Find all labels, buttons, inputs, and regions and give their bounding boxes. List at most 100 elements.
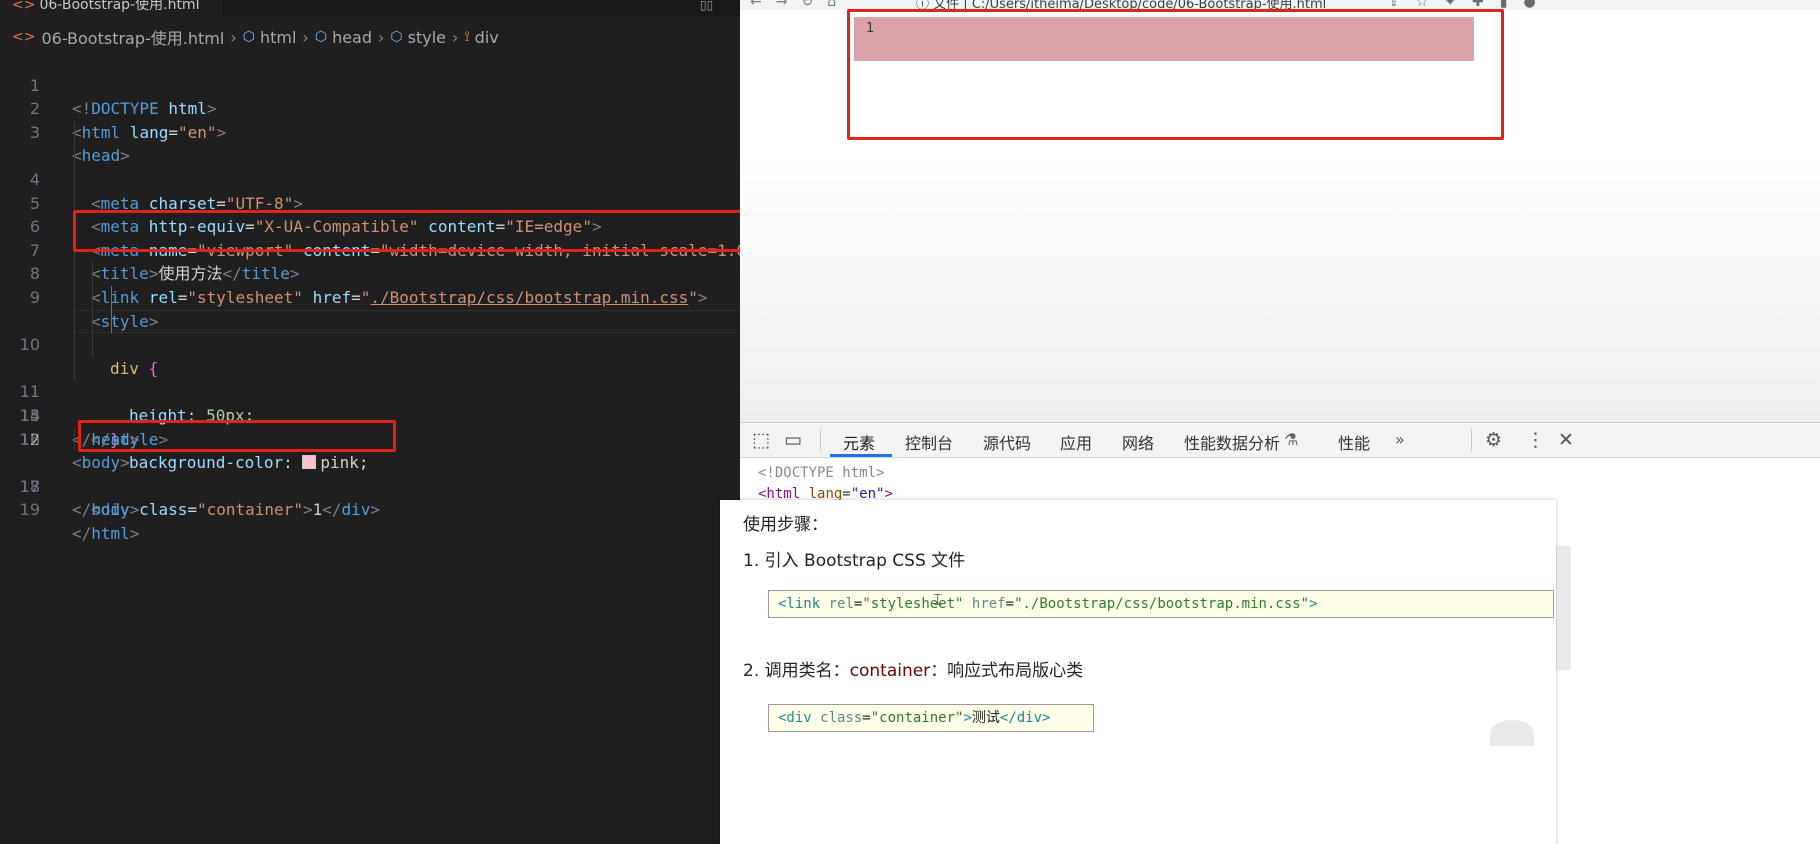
code-editor[interactable]: <> 06-Bootstrap-使用.html ▯▯ <> 06-Bootstra… <box>0 0 740 844</box>
token: </ <box>72 523 92 543</box>
profile-icon[interactable]: ● <box>1523 0 1551 10</box>
tab-application[interactable]: 应用 <box>1060 430 1092 454</box>
token: > <box>129 500 140 520</box>
tab-sources[interactable]: 源代码 <box>983 430 1031 454</box>
gear-icon[interactable]: ⚙ <box>1485 429 1502 451</box>
indent-guide <box>74 144 75 168</box>
html-file-icon: <> <box>12 29 36 45</box>
kebab-menu-icon[interactable]: ⋮ <box>1526 429 1545 451</box>
tab-console[interactable]: 控制台 <box>905 430 953 454</box>
snippet-token: rel <box>820 596 854 612</box>
indent-guide <box>74 309 75 334</box>
token: 1 <box>312 500 323 520</box>
indent-guide <box>92 262 93 286</box>
side-scrollbar[interactable] <box>1556 546 1571 670</box>
html-file-icon: <> <box>12 0 36 13</box>
snippet-token: 测试 <box>971 710 1000 726</box>
token: "container" <box>196 500 303 520</box>
element-cube-icon: ⬡ <box>242 29 255 45</box>
code-line: 19 </html> <box>0 475 740 543</box>
code-line: 15 </head> <box>0 380 740 449</box>
token: </ <box>322 500 342 520</box>
line-number: 19 <box>19 500 40 520</box>
code-line: 13 } <box>0 333 740 449</box>
instructions-title: 使用步骤： <box>743 515 828 535</box>
token: = <box>187 500 197 520</box>
code-line: 2 <html lang="en"> <box>0 74 740 142</box>
code-line: 6 <meta name="viewport" content="width=d… <box>0 167 740 260</box>
token: > <box>129 523 140 543</box>
indent-guide <box>74 427 75 452</box>
breadcrumb-item-style[interactable]: style <box>408 28 446 47</box>
avatar <box>1490 720 1534 746</box>
step-2-keyword: container <box>849 661 931 681</box>
breadcrumb: <> 06-Bootstrap-使用.html › ⬡ html › ⬡ hea… <box>12 25 499 49</box>
code-snippet-link: <link rel="stylesheet" href="./Bootstrap… <box>768 590 1554 618</box>
token: div <box>341 500 371 520</box>
snippet-token: class <box>811 710 863 726</box>
element-cube-icon: ⬡ <box>390 29 403 45</box>
breadcrumb-item-div[interactable]: div <box>475 28 499 47</box>
nav-icons[interactable]: ←→↻⌂ <box>750 0 850 10</box>
editor-tab-active[interactable]: <> 06-Bootstrap-使用.html <box>0 0 222 16</box>
symbol-class-icon: ⟟ <box>464 29 470 45</box>
highlight-box-link <box>73 210 740 252</box>
snippet-token: > <box>1309 596 1318 612</box>
chevron-right-icon: › <box>302 27 309 47</box>
code-line: 1 <!DOCTYPE html> <box>0 50 740 119</box>
back-icon[interactable]: ← <box>750 0 776 10</box>
tab-label: 06-Bootstrap-使用.html <box>39 0 200 13</box>
snippet-token: href <box>963 596 1006 612</box>
breadcrumb-item-head[interactable]: head <box>332 28 372 47</box>
dom-doctype[interactable]: <!DOCTYPE html> <box>758 465 884 481</box>
highlight-box-page <box>847 9 1504 140</box>
forward-icon[interactable]: → <box>776 0 802 10</box>
tab-elements[interactable]: 元素 <box>843 430 875 454</box>
code-line: 3 <head> <box>0 97 740 166</box>
indent-guide <box>74 285 75 310</box>
breadcrumb-item-html[interactable]: html <box>260 28 296 47</box>
indent-guide <box>92 309 93 334</box>
close-icon[interactable]: ✕ <box>1558 429 1574 451</box>
indent-guide <box>92 285 93 310</box>
snippet-token: "stylesheet" <box>862 596 964 612</box>
reload-icon[interactable]: ↻ <box>801 0 827 10</box>
indent-guide <box>74 356 75 381</box>
tab-performance[interactable]: 性能 <box>1338 430 1370 454</box>
inspect-element-icon[interactable]: ⬚ <box>752 429 770 451</box>
step-1-text: 1. 引入 Bootstrap CSS 文件 <box>743 551 966 571</box>
snippet-token: "./Bootstrap/css/bootstrap.min.css" <box>1014 596 1310 612</box>
home-icon[interactable]: ⌂ <box>827 0 850 10</box>
chevron-right-icon: › <box>378 27 385 47</box>
code-line: 4 <meta charset="UTF-8"> <box>0 120 740 213</box>
tab-performance-insights[interactable]: 性能数据分析 <box>1184 430 1280 454</box>
indent-guide <box>74 167 75 192</box>
code-line: 14 </style> <box>0 356 740 449</box>
snippet-token: = <box>862 710 871 726</box>
flask-icon: ⚗ <box>1284 430 1299 449</box>
snippet-token: <div <box>778 710 812 726</box>
text-cursor-icon: ⌶ <box>933 590 943 609</box>
active-tab-indicator <box>830 454 892 457</box>
tab-network[interactable]: 网络 <box>1122 430 1154 454</box>
token: > <box>370 500 381 520</box>
indent-guide <box>111 309 112 334</box>
chevron-right-icon: › <box>230 27 237 47</box>
instructions-card: 使用步骤： 1. 引入 Bootstrap CSS 文件 <link rel="… <box>720 500 1556 844</box>
more-tabs-icon[interactable]: » <box>1395 430 1405 449</box>
step-2-suffix: ：响应式布局版心类 <box>930 661 1084 681</box>
split-editor-icon[interactable]: ▯▯ <box>700 0 716 12</box>
indent-guide <box>74 120 75 145</box>
indent-guide <box>74 333 75 357</box>
toolbar-divider <box>1471 429 1472 451</box>
code-line-current: 12 background-color: pink; <box>0 309 740 472</box>
token: body <box>91 500 130 520</box>
code-line: 10 div { <box>0 262 740 378</box>
code-snippet-div: <div class="container">测试</div> <box>768 704 1094 732</box>
dom-tree[interactable]: <!DOCTYPE html> <html lang="en"> <box>758 463 893 505</box>
breadcrumb-item-file[interactable]: 06-Bootstrap-使用.html <box>41 25 224 49</box>
device-toolbar-icon[interactable]: ▭ <box>784 429 802 451</box>
editor-tab-strip: <> 06-Bootstrap-使用.html ▯▯ <box>0 0 740 16</box>
step-2-prefix: 2. 调用类名： <box>743 661 850 681</box>
snippet-token: > <box>963 710 972 726</box>
